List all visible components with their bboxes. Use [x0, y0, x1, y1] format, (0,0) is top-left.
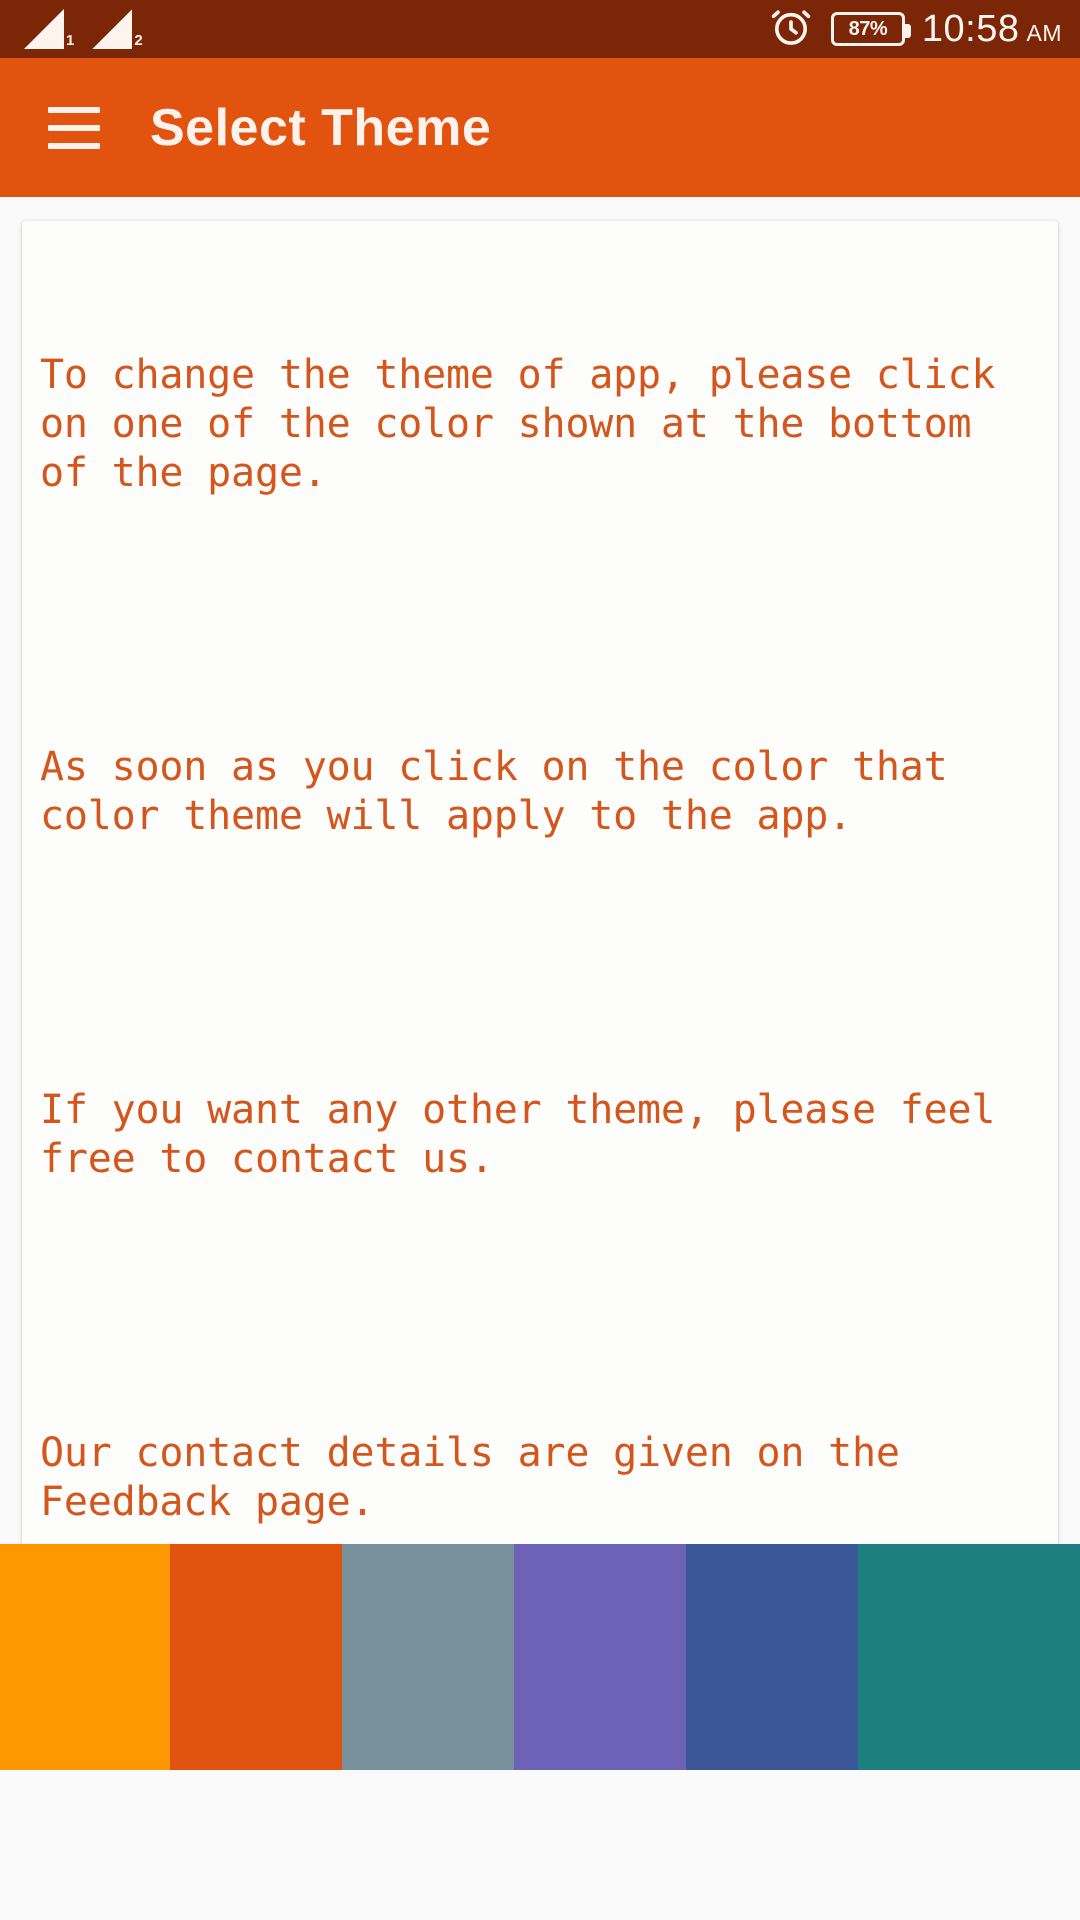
instruction-paragraph: To change the theme of app, please click…: [40, 352, 1020, 496]
instruction-paragraph: Our contact details are given on the Fee…: [40, 1430, 924, 1525]
page-title: Select Theme: [150, 98, 492, 157]
clock-time: 10:58: [921, 7, 1020, 50]
instructions-text: To change the theme of app, please click…: [40, 253, 1040, 1625]
signal-strength-sim1-icon: 1: [24, 9, 74, 49]
signal-triangle-icon: [92, 9, 133, 49]
app-bar: Select Theme: [0, 58, 1080, 197]
hamburger-line: [48, 106, 100, 113]
battery-percent-label: 87%: [848, 17, 888, 40]
theme-swatch-indigo[interactable]: [686, 1544, 858, 1770]
theme-swatch-deep-orange[interactable]: [170, 1544, 342, 1770]
theme-swatch-blue-grey[interactable]: [342, 1544, 514, 1770]
instruction-paragraph: As soon as you click on the color that c…: [40, 744, 972, 839]
clock-ampm: AM: [1026, 19, 1062, 46]
status-bar-clock: 10:58 AM: [922, 8, 1062, 51]
hamburger-line: [48, 142, 100, 149]
status-bar-right: 87% 10:58 AM: [768, 4, 1062, 55]
instruction-paragraph: If you want any other theme, please feel…: [40, 1087, 1020, 1182]
signal-triangle-icon: [24, 9, 64, 49]
alarm-clock-icon: [768, 4, 814, 55]
battery-icon: 87%: [830, 12, 911, 46]
instructions-card: To change the theme of app, please click…: [22, 221, 1058, 1665]
theme-swatch-purple[interactable]: [514, 1544, 686, 1770]
theme-swatch-teal[interactable]: [858, 1544, 1080, 1770]
sim1-label: 1: [66, 32, 75, 49]
theme-color-strip: [0, 1544, 1080, 1770]
status-bar: 1 2 87% 10:58 AM: [0, 0, 1080, 58]
hamburger-line: [48, 124, 100, 131]
hamburger-menu-icon[interactable]: [48, 106, 100, 149]
sim2-label: 2: [134, 32, 143, 49]
status-bar-left: 1 2: [24, 9, 143, 49]
signal-strength-sim2-icon: 2: [92, 9, 143, 49]
theme-swatch-amber[interactable]: [0, 1544, 170, 1770]
